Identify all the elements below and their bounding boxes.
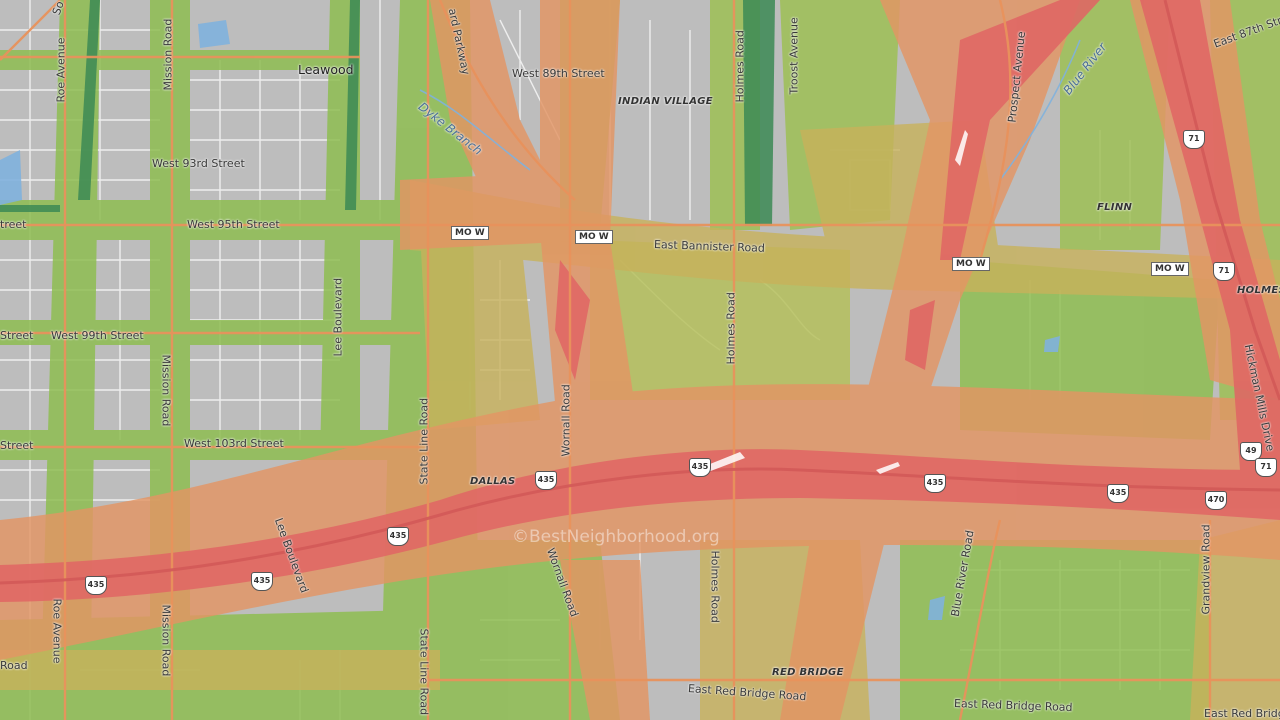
route-shield-mo-w-4: MO W <box>1151 262 1189 276</box>
street-label-state-line-north: State Line Road <box>417 397 431 485</box>
interstate-shield-435-7: 435 <box>85 576 107 595</box>
street-label-holmes-south: Holmes Road <box>708 550 722 623</box>
interstate-shield-435-5: 435 <box>387 527 409 546</box>
street-label-road-cut: Road <box>0 659 28 672</box>
interstate-shield-470: 470 <box>1205 491 1227 510</box>
interstate-shield-435-1: 435 <box>535 471 557 490</box>
map-view[interactable]: Leawood INDIAN VILLAGE FLINN DALLAS RED … <box>0 0 1280 720</box>
us-shield-71-north: 71 <box>1183 130 1205 149</box>
street-label-west-99th: West 99th Street <box>51 329 144 342</box>
street-label-west-103rd-cut: Street <box>0 439 34 452</box>
street-label-roe-avenue-south: Roe Avenue <box>50 598 64 664</box>
street-label-mission-road-north: Mission Road <box>161 18 175 91</box>
us-shield-71-south: 71 <box>1213 262 1235 281</box>
street-label-west-95th: West 95th Street <box>187 218 280 231</box>
street-label-west-93rd: West 93rd Street <box>152 157 245 170</box>
street-label-grandview-road: Grandview Road <box>1199 524 1213 615</box>
route-shield-mo-w-3: MO W <box>952 257 990 271</box>
street-label-holmes-north: Holmes Road <box>733 30 747 103</box>
street-label-troost-avenue: Troost Avenue <box>787 17 801 95</box>
street-label-west-99th-cut: Street <box>0 329 34 342</box>
street-label-west-95th-cut: treet <box>0 218 27 231</box>
street-label-state-line-south: State Line Road <box>417 628 431 716</box>
interstate-shield-435-4: 435 <box>1107 484 1129 503</box>
street-label-lee-boulevard-north: Lee Boulevard <box>331 277 345 357</box>
street-label-mission-road-mid: Mission Road <box>159 354 173 427</box>
street-label-roe-avenue-north: Roe Avenue <box>54 37 68 103</box>
street-label-wornall-north: Wornall Road <box>559 384 573 457</box>
route-shield-mo-w-1: MO W <box>451 226 489 240</box>
interstate-shield-435-2: 435 <box>689 458 711 477</box>
neighborhood-label-red-bridge: RED BRIDGE <box>772 667 844 678</box>
city-label-leawood: Leawood <box>298 62 354 77</box>
map-canvas <box>0 0 1280 720</box>
neighborhood-label-holmes: HOLMES <box>1237 285 1280 296</box>
interstate-shield-435-3: 435 <box>924 474 946 493</box>
street-label-west-89th: West 89th Street <box>512 67 605 80</box>
street-label-east-red-bridge-cut: East Red Bridg <box>1204 707 1280 720</box>
us-shield-71-junction: 71 <box>1255 458 1277 477</box>
neighborhood-label-dallas: DALLAS <box>470 476 516 487</box>
interstate-shield-435-6: 435 <box>251 572 273 591</box>
neighborhood-label-flinn: FLINN <box>1097 202 1133 213</box>
street-label-west-103rd: West 103rd Street <box>184 437 284 450</box>
street-label-holmes-mid: Holmes Road <box>724 292 738 365</box>
neighborhood-label-indian-village: INDIAN VILLAGE <box>618 96 713 107</box>
route-shield-mo-w-2: MO W <box>575 230 613 244</box>
street-label-mission-road-south: Mission Road <box>159 604 173 677</box>
watermark: ©BestNeighborhood.org <box>512 527 720 547</box>
